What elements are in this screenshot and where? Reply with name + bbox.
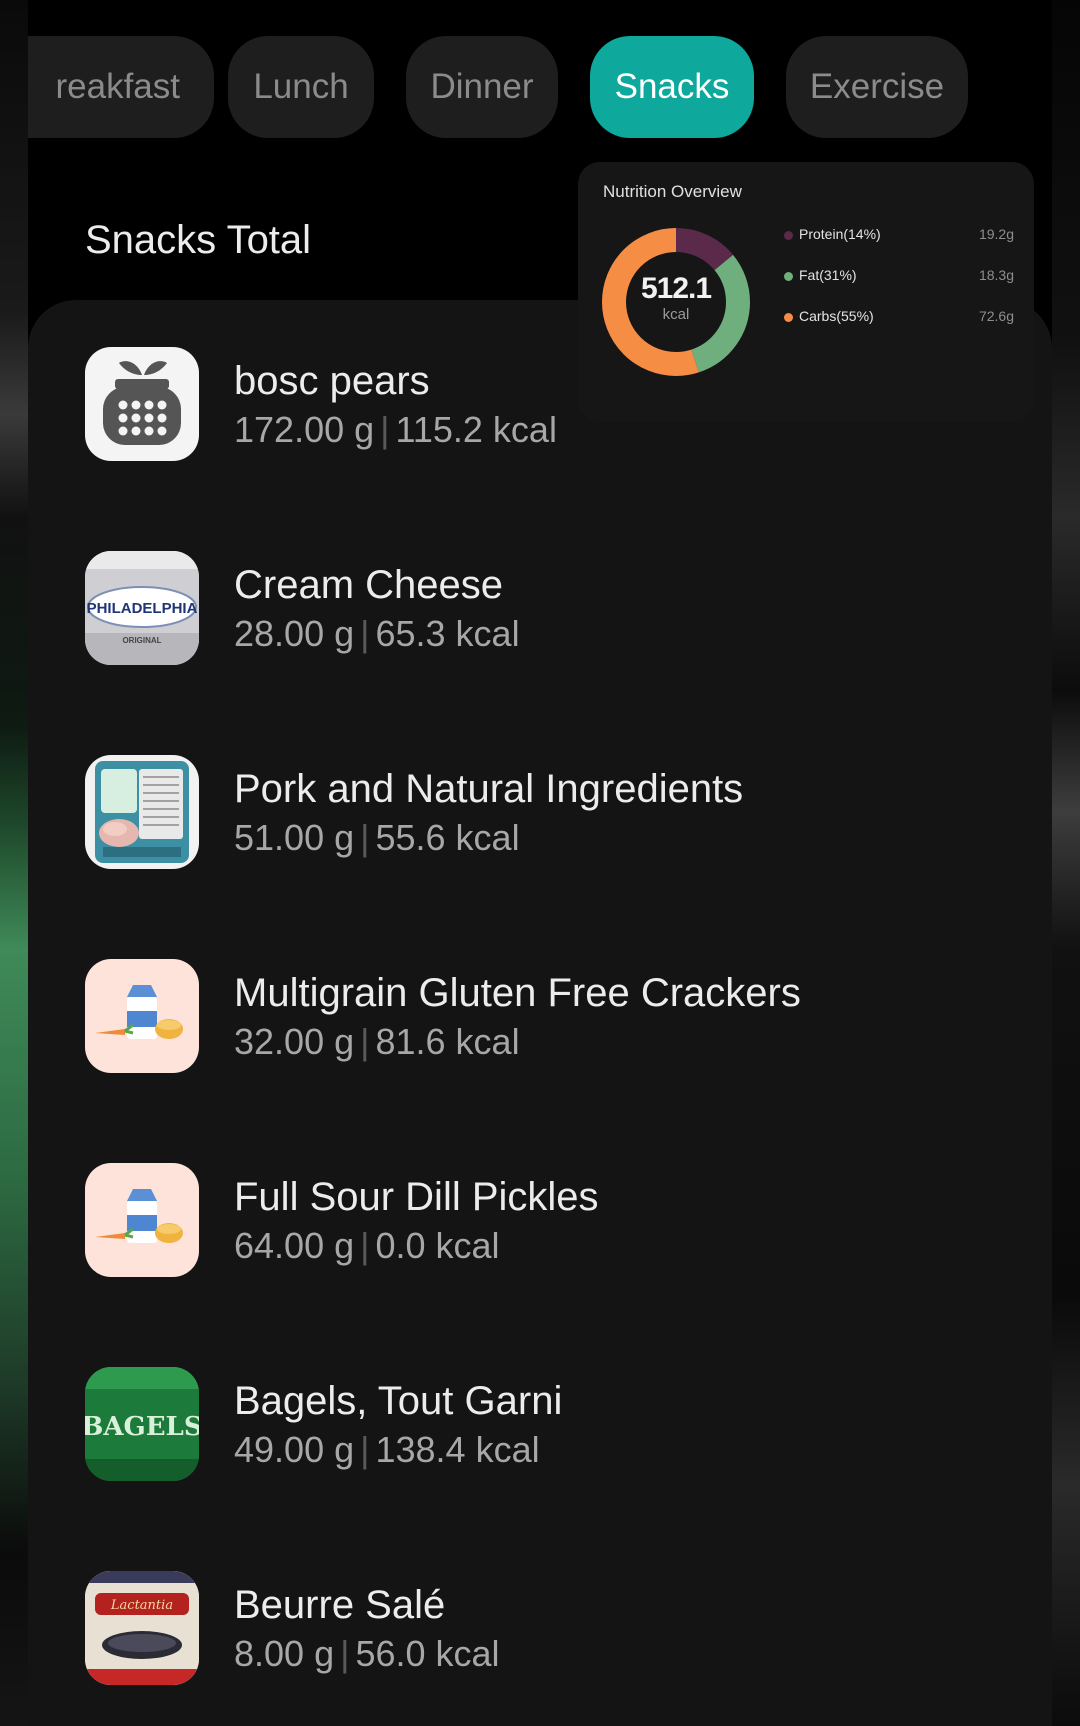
tab-breakfast[interactable]: reakfast	[28, 36, 214, 138]
list-item[interactable]: Multigrain Gluten Free Crackers 32.00 g |…	[85, 959, 1025, 1073]
item-name: Multigrain Gluten Free Crackers	[234, 971, 801, 1015]
tab-snacks[interactable]: Snacks	[590, 36, 754, 138]
generic-food-icon	[85, 959, 199, 1073]
list-item[interactable]: Lactantia Beurre Salé 8.00 g | 56.0 kcal	[85, 1571, 1025, 1685]
svg-text:BAGELS: BAGELS	[85, 1412, 199, 1442]
item-meta: 51.00 g | 55.6 kcal	[234, 817, 520, 858]
total-kcal-value: 512.1	[640, 272, 712, 305]
item-name: Beurre Salé	[234, 1583, 446, 1627]
tab-dinner[interactable]: Dinner	[406, 36, 558, 138]
svg-text:PHILADELPHIA: PHILADELPHIA	[87, 600, 198, 617]
item-meta: 49.00 g | 138.4 kcal	[234, 1429, 540, 1470]
legend-dot-protein	[784, 231, 793, 240]
item-meta: 172.00 g | 115.2 kcal	[234, 409, 557, 450]
app-screen: reakfast Lunch Dinner Snacks Exercise Sn…	[28, 0, 1052, 1726]
item-name: Full Sour Dill Pickles	[234, 1175, 599, 1219]
philadelphia-cream-cheese-thumbnail: PHILADELPHIA ORIGINAL	[85, 551, 199, 665]
bagels-bag-thumbnail: BAGELS	[85, 1367, 199, 1481]
item-meta: 32.00 g | 81.6 kcal	[234, 1021, 520, 1062]
packaged-pork-thumbnail	[85, 755, 199, 869]
legend-dot-fat	[784, 272, 793, 281]
legend-dot-carbs	[784, 313, 793, 322]
list-item[interactable]: BAGELS Bagels, Tout Garni 49.00 g | 138.4 …	[85, 1367, 1025, 1481]
background-edge-right	[1052, 0, 1080, 1726]
item-meta: 8.00 g | 56.0 kcal	[234, 1633, 500, 1674]
list-item[interactable]: PHILADELPHIA ORIGINAL Cream Cheese 28.00…	[85, 551, 1025, 665]
svg-text:ORIGINAL: ORIGINAL	[122, 636, 161, 645]
generic-food-icon	[85, 1163, 199, 1277]
item-meta: 64.00 g | 0.0 kcal	[234, 1225, 500, 1266]
legend-fat: Fat(31%) 18.3g	[784, 267, 1014, 287]
beurre-package-thumbnail: Lactantia	[85, 1571, 199, 1685]
item-meta: 28.00 g | 65.3 kcal	[234, 613, 520, 654]
nutrition-overview-card: Nutrition Overview 512.1 kcal Protein(14…	[578, 162, 1034, 422]
item-name: Cream Cheese	[234, 563, 504, 607]
legend-protein: Protein(14%) 19.2g	[784, 226, 1014, 246]
item-name: Bagels, Tout Garni	[234, 1379, 563, 1423]
tab-lunch[interactable]: Lunch	[228, 36, 374, 138]
item-name: bosc pears	[234, 359, 430, 403]
meal-tabs: reakfast Lunch Dinner Snacks Exercise	[28, 36, 1052, 138]
background-edge-left	[0, 0, 28, 1726]
list-item[interactable]: Full Sour Dill Pickles 64.00 g | 0.0 kcal	[85, 1163, 1025, 1277]
list-item[interactable]: Pork and Natural Ingredients 51.00 g | 55.…	[85, 755, 1025, 869]
tab-exercise[interactable]: Exercise	[786, 36, 968, 138]
total-kcal-unit: kcal	[662, 306, 690, 323]
overview-title: Nutrition Overview	[603, 182, 742, 201]
section-title: Snacks Total	[85, 218, 312, 262]
item-name: Pork and Natural Ingredients	[234, 767, 744, 811]
svg-text:Lactantia: Lactantia	[110, 1598, 173, 1613]
legend-carbs: Carbs(55%) 72.6g	[784, 308, 1014, 328]
food-list: bosc pears 172.00 g | 115.2 kcal PHILADELP…	[28, 300, 1052, 1726]
calculator-apple-icon	[85, 347, 199, 461]
